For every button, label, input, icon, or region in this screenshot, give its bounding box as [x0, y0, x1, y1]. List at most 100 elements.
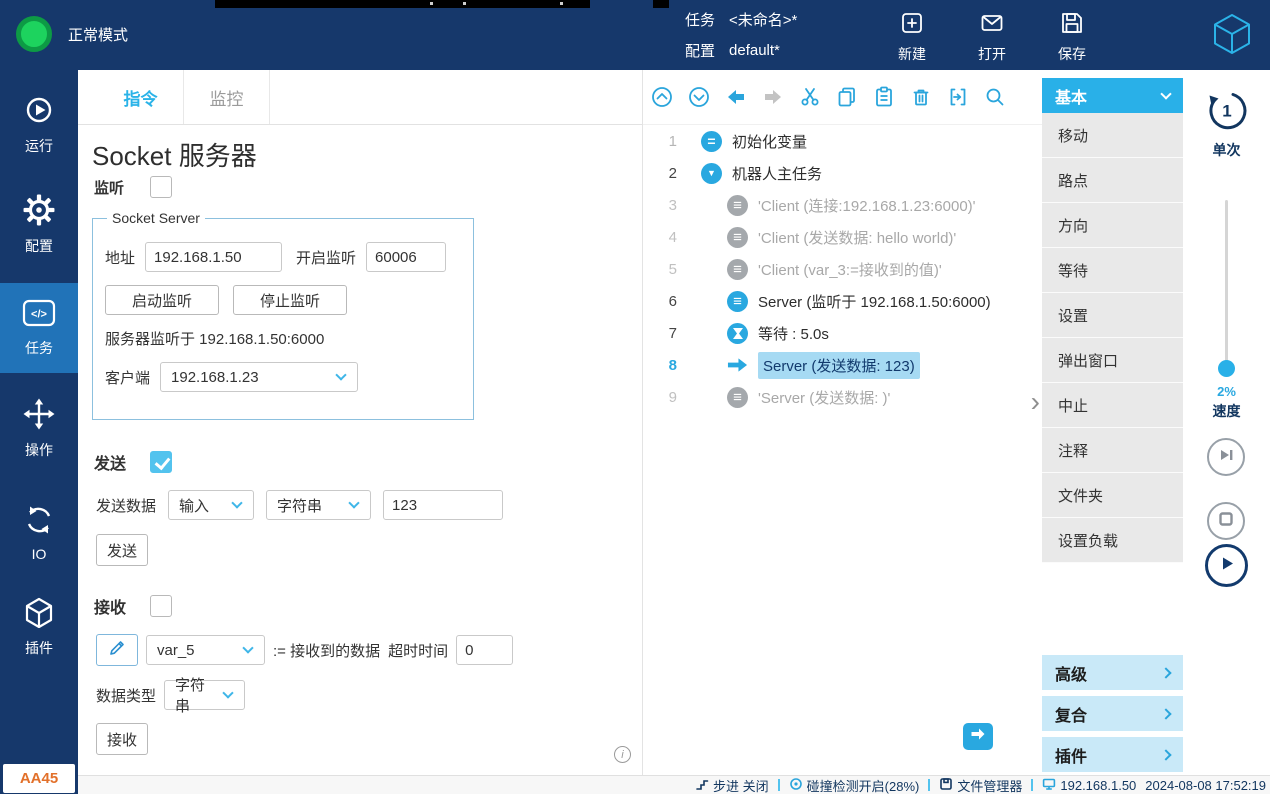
program-line-7[interactable]: 7 等待 : 5.0s [643, 317, 1042, 349]
chevron-right-icon [1160, 667, 1171, 678]
play-button[interactable] [1205, 544, 1248, 587]
program-line-4[interactable]: 4 'Client (发送数据: hello world)' [643, 221, 1042, 253]
send-label: 发送 [94, 450, 126, 474]
program-line-2[interactable]: 2 机器人主任务 [643, 157, 1042, 189]
skip-next-icon [1218, 447, 1234, 468]
client-label: 客户端 [105, 367, 150, 388]
jump-to-line-button[interactable] [963, 723, 993, 750]
task-info: 任务 <未命名>* 配置 default* [685, 9, 797, 61]
panel-expander-chevron[interactable] [1031, 392, 1040, 412]
open-file-icon [979, 10, 1005, 36]
robot-id-badge[interactable]: AA45 [3, 764, 75, 793]
sidebar-item-io[interactable]: IO [0, 500, 78, 566]
palette-item-comment[interactable]: 注释 [1042, 428, 1183, 473]
single-run-control[interactable]: 1 单次 [1183, 88, 1270, 160]
start-listen-button[interactable]: 启动监听 [105, 285, 219, 315]
tab-instruction[interactable]: 指令 [98, 70, 184, 124]
timeout-input[interactable] [456, 635, 513, 665]
speed-slider-track[interactable] [1225, 200, 1228, 372]
search-icon[interactable] [982, 84, 1008, 110]
palette-group-plugin[interactable]: 插件 [1042, 737, 1183, 772]
wait-icon [727, 323, 748, 344]
insert-icon[interactable] [945, 84, 971, 110]
step-mode-status[interactable]: 步进 关闭 [695, 776, 769, 794]
arrow-right-icon [970, 727, 986, 746]
send-source-select[interactable]: 输入 [168, 490, 254, 520]
palette-item-folder[interactable]: 文件夹 [1042, 473, 1183, 518]
config-name-value[interactable]: default* [729, 42, 780, 59]
move-icon [23, 398, 55, 433]
chevron-down-icon [222, 687, 233, 698]
palette-header-basic[interactable]: 基本 [1042, 78, 1183, 113]
stop-button[interactable] [1207, 502, 1245, 540]
expand-all-icon[interactable] [686, 84, 712, 110]
program-line-5[interactable]: 5 'Client (var_3:=接收到的值)' [643, 253, 1042, 285]
task-name-value[interactable]: <未命名>* [729, 9, 797, 30]
sidebar-item-config[interactable]: 配置 [0, 192, 78, 258]
palette-group-advanced[interactable]: 高级 [1042, 655, 1183, 690]
sidebar-item-run[interactable]: 运行 [0, 92, 78, 158]
palette-item-move[interactable]: 移动 [1042, 113, 1183, 158]
send-data-input[interactable] [383, 490, 503, 520]
send-button[interactable]: 发送 [96, 534, 148, 566]
palette-item-abort[interactable]: 中止 [1042, 383, 1183, 428]
sidebar-item-plugin[interactable]: 插件 [0, 594, 78, 660]
palette-group-composite[interactable]: 复合 [1042, 696, 1183, 731]
palette-item-direction[interactable]: 方向 [1042, 203, 1183, 248]
delete-icon[interactable] [908, 84, 934, 110]
receive-checkbox[interactable] [150, 595, 172, 617]
program-line-6[interactable]: 6 Server (监听于 192.168.1.50:6000) [643, 285, 1042, 317]
palette-item-set[interactable]: 设置 [1042, 293, 1183, 338]
program-line-8[interactable]: 8 Server (发送数据: 123) [643, 349, 1042, 381]
copy-icon[interactable] [834, 84, 860, 110]
program-line-1[interactable]: 1 初始化变量 [643, 125, 1042, 157]
file-manager-status[interactable]: 文件管理器 [939, 776, 1022, 794]
mode-status-indicator[interactable] [16, 16, 52, 52]
program-line-3[interactable]: 3 'Client (连接:192.168.1.23:6000)' [643, 189, 1042, 221]
client-select[interactable]: 192.168.1.23 [160, 362, 358, 392]
main-task-icon [701, 163, 722, 184]
status-separator [928, 779, 930, 791]
listen-checkbox[interactable] [150, 176, 172, 198]
play-icon [1217, 554, 1236, 578]
datatype-select[interactable]: 字符串 [164, 680, 245, 710]
send-data-label: 发送数据 [96, 495, 156, 516]
paste-icon[interactable] [871, 84, 897, 110]
collision-status[interactable]: 碰撞检测开启(28%) [789, 776, 920, 794]
receive-variable-select[interactable]: var_5 [146, 635, 265, 665]
cut-icon[interactable] [797, 84, 823, 110]
send-data-row: 发送数据 输入 字符串 [96, 490, 503, 520]
redo-icon[interactable] [760, 84, 786, 110]
receive-label: 接收 [94, 594, 126, 618]
undo-icon[interactable] [723, 84, 749, 110]
stop-listen-button[interactable]: 停止监听 [233, 285, 347, 315]
collapse-all-icon[interactable] [649, 84, 675, 110]
comment-icon [727, 227, 748, 248]
svg-text:</>: </> [31, 309, 47, 321]
page-title: Socket 服务器 [92, 136, 257, 173]
step-next-button[interactable] [1207, 438, 1245, 476]
tab-monitor[interactable]: 监控 [184, 70, 270, 124]
speed-slider-thumb[interactable] [1218, 360, 1235, 377]
send-checkbox[interactable] [150, 451, 172, 473]
save-button[interactable]: 保存 [1040, 10, 1104, 64]
palette-item-popup[interactable]: 弹出窗口 [1042, 338, 1183, 383]
open-button[interactable]: 打开 [960, 10, 1024, 64]
sidebar-item-task[interactable]: </> 任务 [0, 283, 78, 373]
info-icon[interactable] [614, 746, 631, 763]
send-type-select[interactable]: 字符串 [266, 490, 371, 520]
palette-item-wait[interactable]: 等待 [1042, 248, 1183, 293]
port-input[interactable] [366, 242, 446, 272]
new-button[interactable]: 新建 [880, 10, 944, 64]
edit-variable-button[interactable] [96, 634, 138, 666]
collision-icon [789, 777, 803, 794]
network-status[interactable]: 192.168.1.50 [1042, 777, 1136, 794]
plugin-icon [23, 596, 55, 631]
palette-item-waypoint[interactable]: 路点 [1042, 158, 1183, 203]
palette-item-payload[interactable]: 设置负载 [1042, 518, 1183, 563]
address-input[interactable] [145, 242, 282, 272]
config-label: 配置 [685, 40, 715, 61]
sidebar-item-operate[interactable]: 操作 [0, 396, 78, 462]
receive-button[interactable]: 接收 [96, 723, 148, 755]
program-line-9[interactable]: 9 'Server (发送数据: )' [643, 381, 1042, 413]
